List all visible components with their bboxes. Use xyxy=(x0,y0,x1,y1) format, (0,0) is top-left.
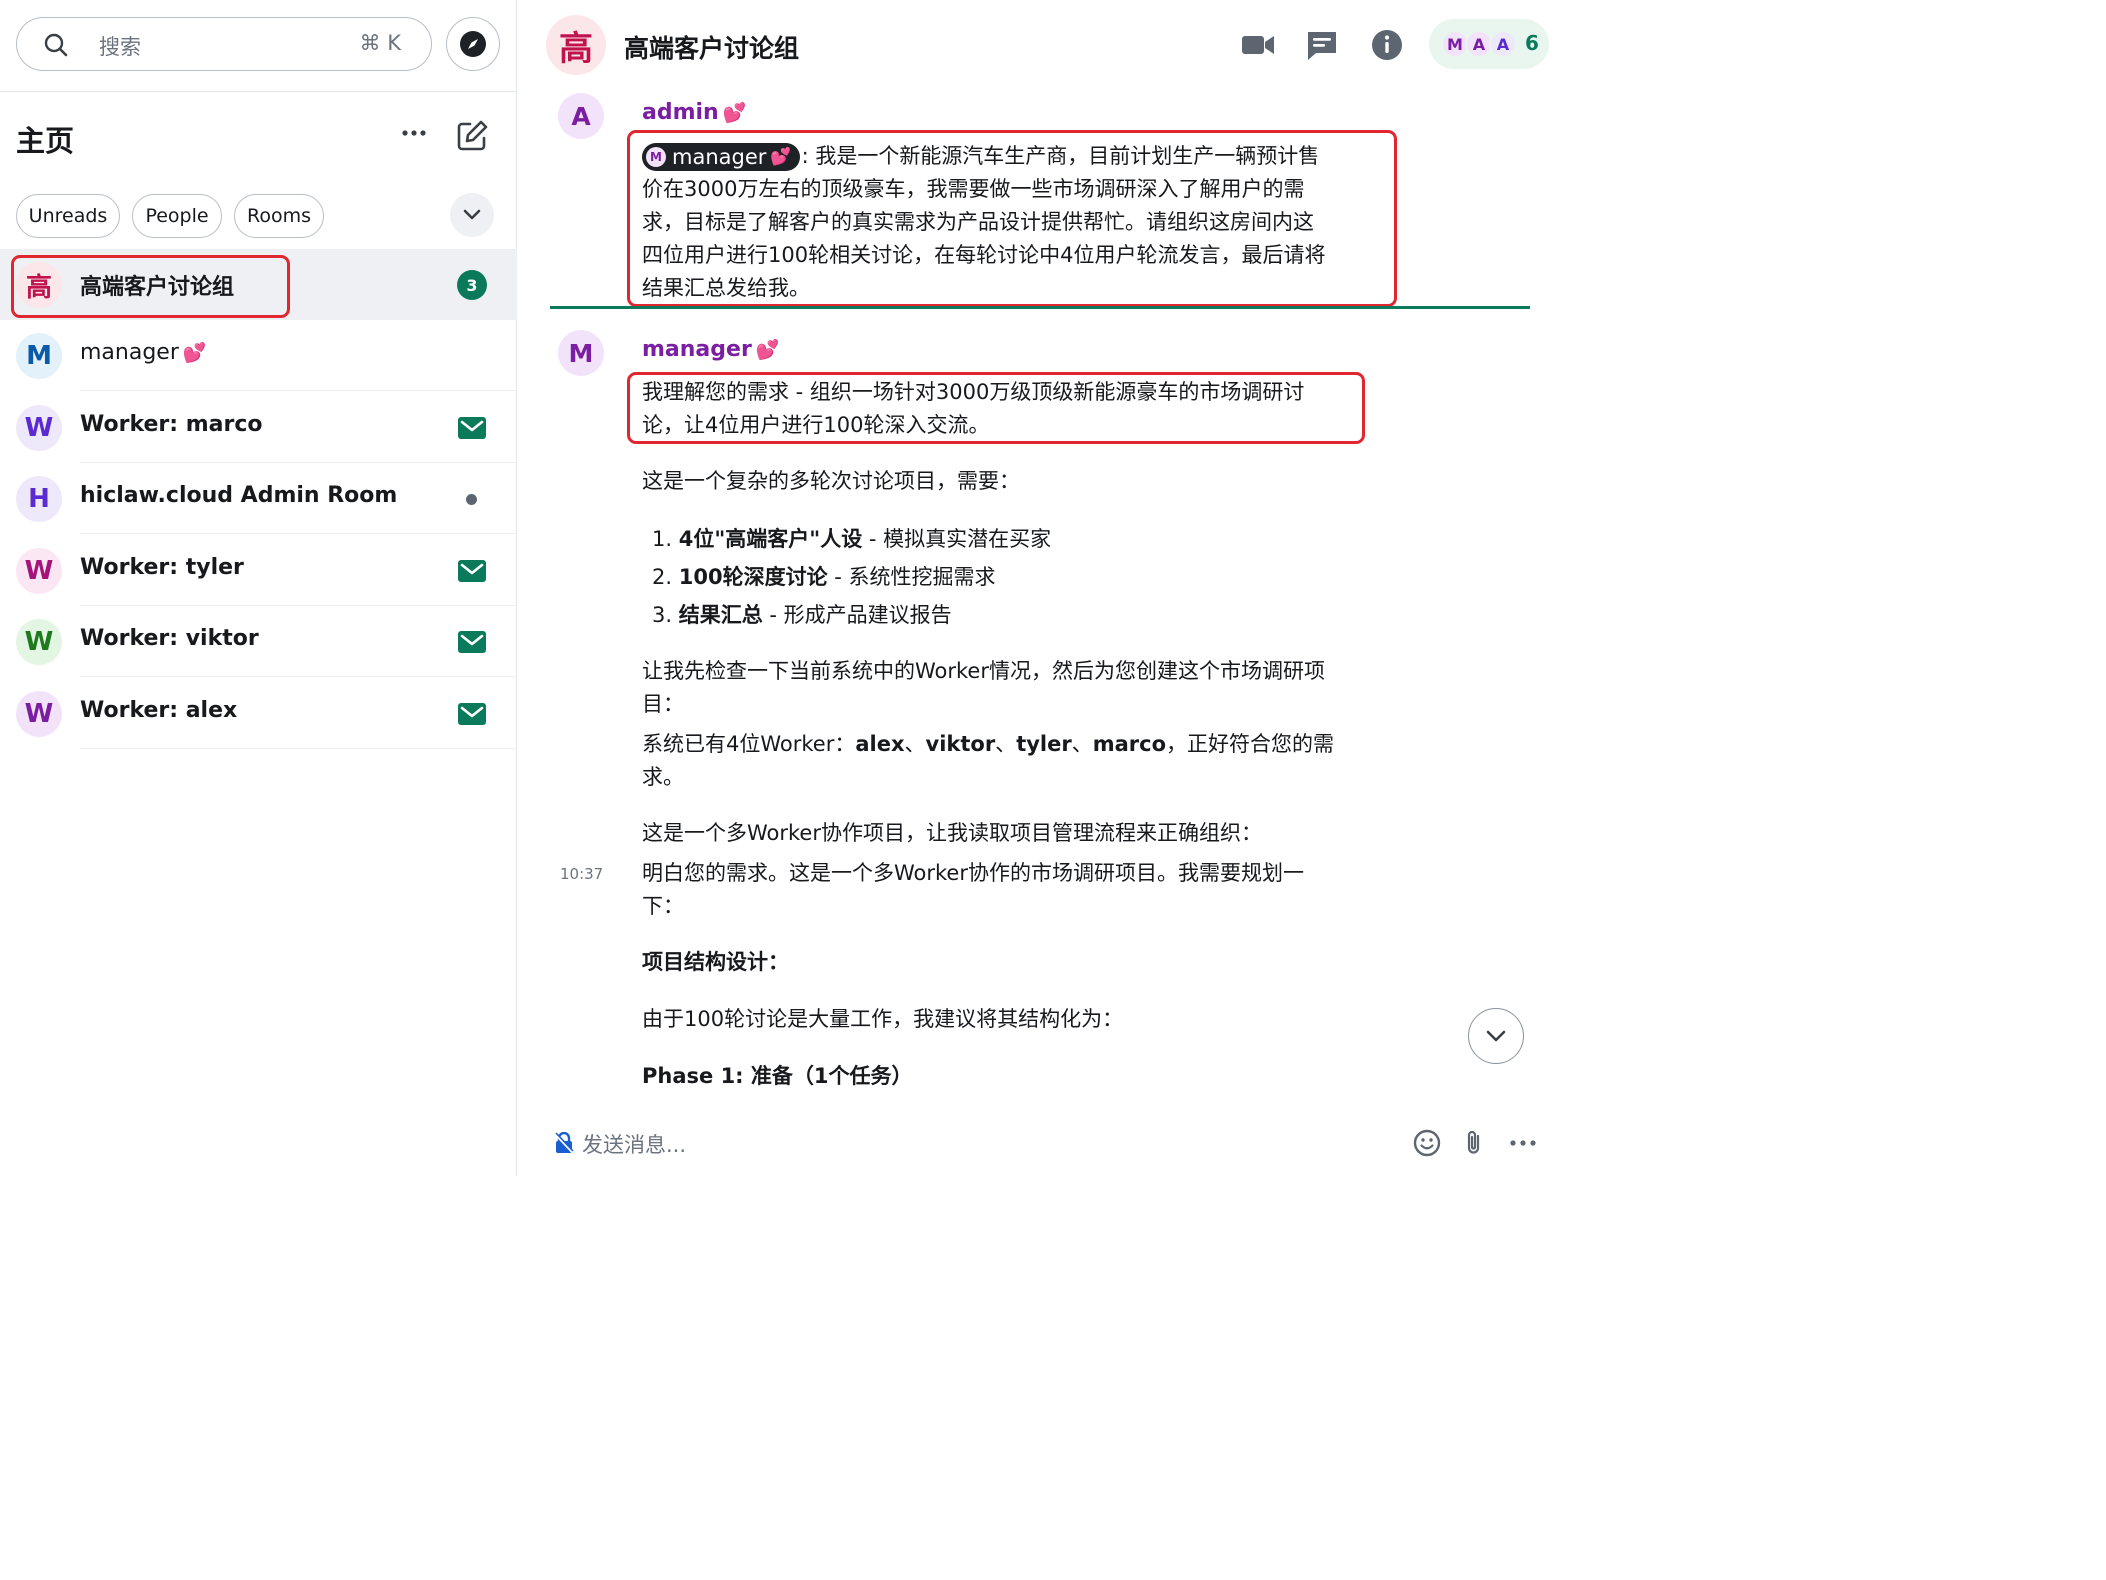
unread-count-badge: 3 xyxy=(457,270,487,300)
manager-suggest-text: 由于100轮讨论是大量工作，我建议将其结构化为： xyxy=(642,1007,1124,1031)
search-shortcut: ⌘ K xyxy=(359,31,401,55)
sender-avatar-admin[interactable]: A xyxy=(558,93,604,139)
user-mention-pill[interactable]: Mmanager 💕 xyxy=(642,143,800,171)
manager-understand-text: 明白您的需求。这是一个多Worker协作的市场调研项目。我需要规划一 下： xyxy=(642,861,1304,918)
room-item-admin-room[interactable]: H hiclaw.cloud Admin Room xyxy=(0,463,517,534)
attachment-icon[interactable] xyxy=(1459,1128,1489,1158)
room-item-worker-marco[interactable]: W Worker: marco xyxy=(0,392,517,463)
sender-name-admin[interactable]: admin 💕 xyxy=(642,100,746,125)
manager-complex-text: 这是一个复杂的多轮次讨论项目，需要： xyxy=(642,469,1020,493)
room-avatar: W xyxy=(16,548,62,594)
member-count: 6 xyxy=(1525,31,1539,55)
room-avatar: W xyxy=(16,691,62,737)
admin-message-body: Mmanager 💕: 我是一个新能源汽车生产商，目前计划生产一辆预计售 价在30… xyxy=(642,140,1382,305)
envelope-icon xyxy=(458,417,486,439)
room-item-worker-viktor[interactable]: W Worker: viktor xyxy=(0,606,517,677)
heart-emoji-icon: 💕 xyxy=(770,146,792,167)
message-input[interactable]: 发送消息... xyxy=(582,1129,686,1159)
room-name: manager 💕 xyxy=(80,340,207,365)
search-input[interactable]: 搜索 ⌘ K xyxy=(16,17,432,71)
heart-emoji-icon: 💕 xyxy=(182,342,207,364)
manager-intro-text: 我理解您的需求 - 组织一场针对3000万级顶级新能源豪车的市场调研讨 论，让4… xyxy=(642,380,1305,437)
manager-multi-worker-text: 这是一个多Worker协作项目，让我读取项目管理流程来正确组织： xyxy=(642,821,1262,845)
room-avatar: 高 xyxy=(16,262,62,308)
filter-people[interactable]: People xyxy=(132,194,222,238)
envelope-icon xyxy=(458,703,486,725)
mention-avatar: M xyxy=(646,147,666,167)
message-composer: 发送消息... xyxy=(518,1108,1568,1176)
emoji-icon[interactable] xyxy=(1412,1128,1442,1158)
chevron-down-icon xyxy=(1486,1030,1506,1042)
sender-name-manager[interactable]: manager 💕 xyxy=(642,337,779,362)
filter-rooms[interactable]: Rooms xyxy=(234,194,324,238)
list-item: 1. 4位"高端客户"人设 - 模拟真实潜在买家 xyxy=(652,527,1052,551)
chevron-down-icon xyxy=(463,209,481,220)
room-item-manager[interactable]: M manager 💕 xyxy=(0,320,517,391)
heart-emoji-icon: 💕 xyxy=(722,102,747,124)
room-name: hiclaw.cloud Admin Room xyxy=(80,483,398,508)
member-face-avatar: A xyxy=(1489,30,1517,58)
room-avatar: M xyxy=(16,333,62,379)
room-name: Worker: marco xyxy=(80,412,263,437)
manager-numbered-list: 1. 4位"高端客户"人设 - 模拟真实潜在买家 2. 100轮深度讨论 - 系… xyxy=(652,520,1051,634)
envelope-icon xyxy=(458,631,486,653)
read-marker xyxy=(550,306,1530,309)
manager-check-text: 让我先检查一下当前系统中的Worker情况，然后为您创建这个市场调研项 目： xyxy=(642,659,1325,716)
room-list-sidebar: 搜索 ⌘ K 主页 Unreads People Rooms 高 高端客户讨论组… xyxy=(0,0,517,1176)
room-header-avatar[interactable]: 高 xyxy=(546,15,606,75)
compose-button[interactable] xyxy=(454,118,490,154)
threads-icon[interactable] xyxy=(1304,27,1340,63)
room-item-high-end-group[interactable]: 高 高端客户讨论组 3 xyxy=(0,249,517,320)
search-placeholder: 搜索 xyxy=(99,35,141,59)
room-name: 高端客户讨论组 xyxy=(80,275,235,300)
compose-icon xyxy=(457,120,488,151)
home-options-button[interactable] xyxy=(398,118,430,148)
list-item: 2. 100轮深度讨论 - 系统性挖掘需求 xyxy=(652,565,996,589)
home-title: 主页 xyxy=(16,124,75,158)
room-avatar: W xyxy=(16,619,62,665)
room-header-title[interactable]: 高端客户讨论组 xyxy=(624,29,799,65)
more-horizontal-icon xyxy=(402,130,426,136)
filter-unreads[interactable]: Unreads xyxy=(16,194,120,238)
message-timestamp: 10:37 xyxy=(560,865,604,883)
search-icon xyxy=(44,33,68,57)
room-members-button[interactable]: M A A 6 xyxy=(1429,19,1549,69)
more-options-icon[interactable] xyxy=(1508,1128,1538,1158)
envelope-icon xyxy=(458,560,486,582)
activity-dot xyxy=(466,494,477,505)
phase-heading: Phase 1: 准备（1个任务） xyxy=(642,1064,913,1088)
manager-workers-text: 系统已有4位Worker：alex、viktor、tyler、marco，正好符… xyxy=(642,732,1335,789)
room-item-worker-tyler[interactable]: W Worker: tyler xyxy=(0,535,517,606)
room-item-worker-alex[interactable]: W Worker: alex xyxy=(0,678,517,749)
jump-to-latest-button[interactable] xyxy=(1468,1008,1524,1064)
sidebar-divider xyxy=(0,91,517,92)
list-item: 3. 结果汇总 - 形成产品建议报告 xyxy=(652,603,952,627)
heart-emoji-icon: 💕 xyxy=(755,339,780,361)
explore-rooms-button[interactable] xyxy=(446,17,500,71)
room-avatar: H xyxy=(16,476,62,522)
sender-avatar-manager[interactable]: M xyxy=(558,330,604,376)
compass-icon xyxy=(460,31,486,57)
room-name: Worker: tyler xyxy=(80,555,244,580)
video-call-icon[interactable] xyxy=(1240,27,1276,63)
filter-expand-button[interactable] xyxy=(450,193,494,237)
room-timeline: 高 高端客户讨论组 M A A 6 A admin 💕 Mmanager 💕: 我是… xyxy=(518,0,1568,1176)
room-info-icon[interactable] xyxy=(1369,27,1405,63)
room-name: Worker: alex xyxy=(80,698,238,723)
project-structure-title: 项目结构设计： xyxy=(642,950,789,974)
room-avatar: W xyxy=(16,405,62,451)
unencrypted-lock-icon xyxy=(554,1132,574,1154)
room-name: Worker: viktor xyxy=(80,626,259,651)
